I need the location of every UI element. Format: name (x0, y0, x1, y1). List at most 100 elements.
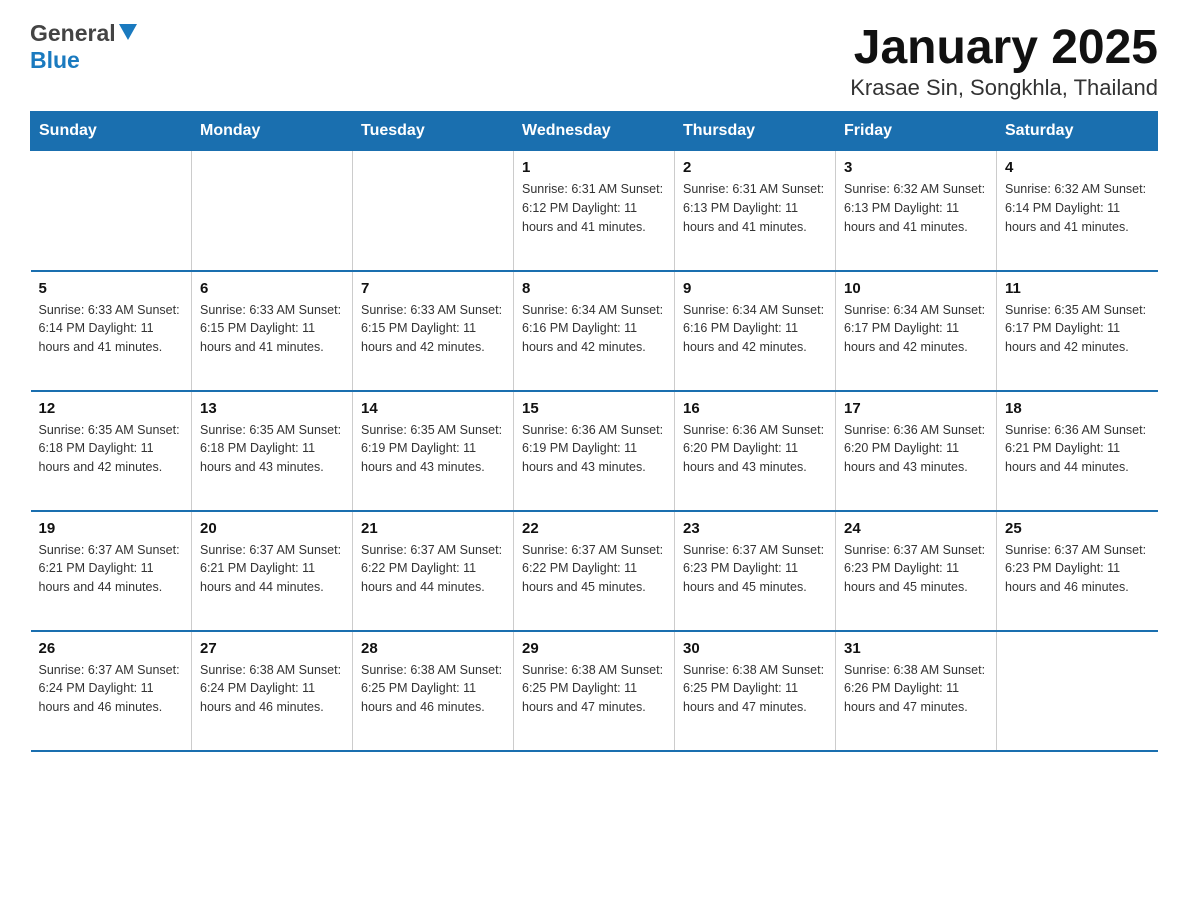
day-info: Sunrise: 6:38 AM Sunset: 6:24 PM Dayligh… (200, 661, 344, 717)
logo-general: General (30, 20, 116, 47)
day-info: Sunrise: 6:36 AM Sunset: 6:20 PM Dayligh… (683, 421, 827, 477)
header-cell-saturday: Saturday (997, 112, 1158, 151)
calendar-subtitle: Krasae Sin, Songkhla, Thailand (850, 75, 1158, 101)
calendar-cell: 4Sunrise: 6:32 AM Sunset: 6:14 PM Daylig… (997, 151, 1158, 271)
day-info: Sunrise: 6:35 AM Sunset: 6:18 PM Dayligh… (39, 421, 184, 477)
calendar-cell (192, 151, 353, 271)
day-info: Sunrise: 6:37 AM Sunset: 6:24 PM Dayligh… (39, 661, 184, 717)
calendar-cell: 3Sunrise: 6:32 AM Sunset: 6:13 PM Daylig… (836, 151, 997, 271)
header-cell-monday: Monday (192, 112, 353, 151)
day-info: Sunrise: 6:31 AM Sunset: 6:13 PM Dayligh… (683, 180, 827, 236)
calendar-cell: 28 Sunrise: 6:38 AM Sunset: 6:25 PM Dayli… (353, 631, 514, 751)
day-number: 3 (844, 159, 988, 176)
day-info: Sunrise: 6:35 AM Sunset: 6:17 PM Dayligh… (1005, 301, 1150, 357)
day-number: 9 (683, 280, 827, 297)
logo-triangle-icon (119, 24, 137, 45)
week-row-2: 5 Sunrise: 6:33 AM Sunset: 6:14 PM Daylig… (31, 271, 1158, 391)
page-header: General Blue January 2025 Krasae Sin, So… (30, 20, 1158, 101)
day-info: Sunrise: 6:33 AM Sunset: 6:15 PM Dayligh… (200, 301, 344, 357)
calendar-cell: 30Sunrise: 6:38 AM Sunset: 6:25 PM Dayli… (675, 631, 836, 751)
day-info: Sunrise: 6:37 AM Sunset: 6:21 PM Dayligh… (200, 541, 344, 597)
day-number: 27 (200, 640, 344, 657)
day-number: 13 (200, 400, 344, 417)
day-info: Sunrise: 6:34 AM Sunset: 6:16 PM Dayligh… (683, 301, 827, 357)
logo: General Blue (30, 20, 137, 74)
logo-blue: Blue (30, 47, 80, 73)
day-number: 26 (39, 640, 184, 657)
calendar-title: January 2025 (850, 20, 1158, 75)
calendar-cell: 20 Sunrise: 6:37 AM Sunset: 6:21 PM Dayli… (192, 511, 353, 631)
day-number: 28 (361, 640, 505, 657)
header-cell-friday: Friday (836, 112, 997, 151)
day-number: 31 (844, 640, 988, 657)
day-number: 5 (39, 280, 184, 297)
day-number: 29 (522, 640, 666, 657)
day-info: Sunrise: 6:37 AM Sunset: 6:22 PM Dayligh… (361, 541, 505, 597)
day-info: Sunrise: 6:33 AM Sunset: 6:15 PM Dayligh… (361, 301, 505, 357)
day-info: Sunrise: 6:37 AM Sunset: 6:22 PM Dayligh… (522, 541, 666, 597)
calendar-cell: 27 Sunrise: 6:38 AM Sunset: 6:24 PM Dayli… (192, 631, 353, 751)
day-info: Sunrise: 6:31 AM Sunset: 6:12 PM Dayligh… (522, 180, 666, 236)
calendar-cell (353, 151, 514, 271)
day-info: Sunrise: 6:38 AM Sunset: 6:25 PM Dayligh… (361, 661, 505, 717)
calendar-cell: 7 Sunrise: 6:33 AM Sunset: 6:15 PM Daylig… (353, 271, 514, 391)
day-number: 18 (1005, 400, 1150, 417)
calendar-cell: 23 Sunrise: 6:37 AM Sunset: 6:23 PM Dayli… (675, 511, 836, 631)
calendar-cell: 25Sunrise: 6:37 AM Sunset: 6:23 PM Dayli… (997, 511, 1158, 631)
calendar-cell: 9 Sunrise: 6:34 AM Sunset: 6:16 PM Daylig… (675, 271, 836, 391)
day-number: 19 (39, 520, 184, 537)
day-number: 11 (1005, 280, 1150, 297)
header-cell-wednesday: Wednesday (514, 112, 675, 151)
week-row-1: 1 Sunrise: 6:31 AM Sunset: 6:12 PM Daylig… (31, 151, 1158, 271)
header-row: SundayMondayTuesdayWednesdayThursdayFrid… (31, 112, 1158, 151)
day-info: Sunrise: 6:36 AM Sunset: 6:20 PM Dayligh… (844, 421, 988, 477)
calendar-cell: 31 Sunrise: 6:38 AM Sunset: 6:26 PM Dayli… (836, 631, 997, 751)
header-cell-thursday: Thursday (675, 112, 836, 151)
day-info: Sunrise: 6:37 AM Sunset: 6:23 PM Dayligh… (683, 541, 827, 597)
day-info: Sunrise: 6:34 AM Sunset: 6:17 PM Dayligh… (844, 301, 988, 357)
calendar-cell: 6Sunrise: 6:33 AM Sunset: 6:15 PM Daylig… (192, 271, 353, 391)
week-row-4: 19 Sunrise: 6:37 AM Sunset: 6:21 PM Dayli… (31, 511, 1158, 631)
calendar-cell: 1 Sunrise: 6:31 AM Sunset: 6:12 PM Daylig… (514, 151, 675, 271)
day-info: Sunrise: 6:33 AM Sunset: 6:14 PM Dayligh… (39, 301, 184, 357)
calendar-cell: 29 Sunrise: 6:38 AM Sunset: 6:25 PM Dayli… (514, 631, 675, 751)
day-info: Sunrise: 6:37 AM Sunset: 6:21 PM Dayligh… (39, 541, 184, 597)
calendar-cell: 11 Sunrise: 6:35 AM Sunset: 6:17 PM Dayli… (997, 271, 1158, 391)
day-number: 10 (844, 280, 988, 297)
day-number: 20 (200, 520, 344, 537)
calendar-cell: 13Sunrise: 6:35 AM Sunset: 6:18 PM Dayli… (192, 391, 353, 511)
calendar-cell: 8 Sunrise: 6:34 AM Sunset: 6:16 PM Daylig… (514, 271, 675, 391)
day-number: 12 (39, 400, 184, 417)
calendar-cell: 26 Sunrise: 6:37 AM Sunset: 6:24 PM Dayli… (31, 631, 192, 751)
day-number: 22 (522, 520, 666, 537)
calendar-cell: 17 Sunrise: 6:36 AM Sunset: 6:20 PM Dayli… (836, 391, 997, 511)
calendar-cell: 24Sunrise: 6:37 AM Sunset: 6:23 PM Dayli… (836, 511, 997, 631)
day-number: 15 (522, 400, 666, 417)
day-info: Sunrise: 6:36 AM Sunset: 6:21 PM Dayligh… (1005, 421, 1150, 477)
calendar-header: SundayMondayTuesdayWednesdayThursdayFrid… (31, 112, 1158, 151)
day-number: 2 (683, 159, 827, 176)
header-cell-sunday: Sunday (31, 112, 192, 151)
week-row-5: 26 Sunrise: 6:37 AM Sunset: 6:24 PM Dayli… (31, 631, 1158, 751)
calendar-cell: 5 Sunrise: 6:33 AM Sunset: 6:14 PM Daylig… (31, 271, 192, 391)
day-number: 1 (522, 159, 666, 176)
day-number: 7 (361, 280, 505, 297)
day-number: 23 (683, 520, 827, 537)
day-number: 16 (683, 400, 827, 417)
day-info: Sunrise: 6:38 AM Sunset: 6:25 PM Dayligh… (522, 661, 666, 717)
day-number: 17 (844, 400, 988, 417)
day-info: Sunrise: 6:34 AM Sunset: 6:16 PM Dayligh… (522, 301, 666, 357)
day-number: 21 (361, 520, 505, 537)
day-info: Sunrise: 6:37 AM Sunset: 6:23 PM Dayligh… (844, 541, 988, 597)
calendar-cell: 14Sunrise: 6:35 AM Sunset: 6:19 PM Dayli… (353, 391, 514, 511)
calendar-cell: 12 Sunrise: 6:35 AM Sunset: 6:18 PM Dayli… (31, 391, 192, 511)
day-number: 8 (522, 280, 666, 297)
calendar-cell: 19 Sunrise: 6:37 AM Sunset: 6:21 PM Dayli… (31, 511, 192, 631)
calendar-cell (997, 631, 1158, 751)
day-info: Sunrise: 6:35 AM Sunset: 6:19 PM Dayligh… (361, 421, 505, 477)
title-block: January 2025 Krasae Sin, Songkhla, Thail… (850, 20, 1158, 101)
calendar-body: 1 Sunrise: 6:31 AM Sunset: 6:12 PM Daylig… (31, 151, 1158, 751)
day-number: 30 (683, 640, 827, 657)
calendar-cell: 15Sunrise: 6:36 AM Sunset: 6:19 PM Dayli… (514, 391, 675, 511)
day-info: Sunrise: 6:38 AM Sunset: 6:26 PM Dayligh… (844, 661, 988, 717)
